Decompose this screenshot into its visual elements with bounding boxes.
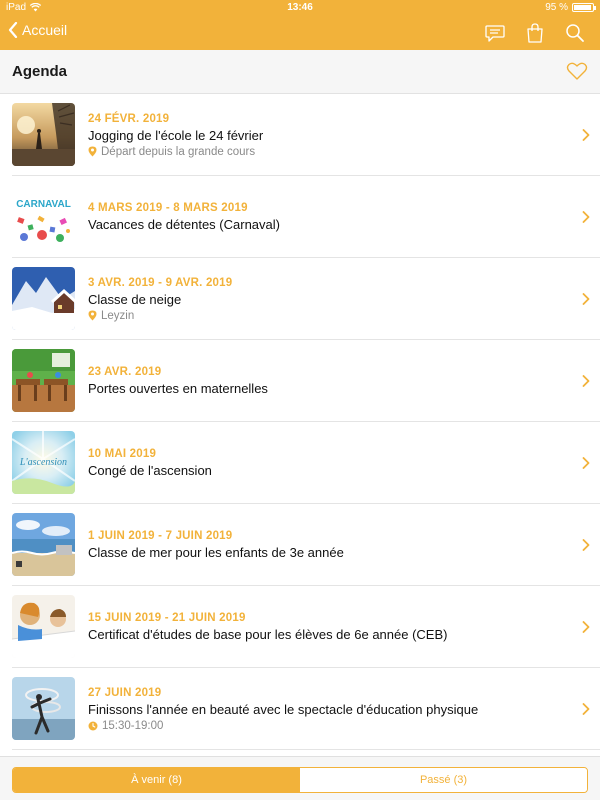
event-thumbnail-jogging <box>12 103 75 166</box>
event-title: Certificat d'études de base pour les élè… <box>88 627 448 642</box>
event-row-neige[interactable]: 3 AVR. 2019 - 9 AVR. 2019 Classe de neig… <box>12 258 600 340</box>
nav-bar: Accueil <box>0 16 600 50</box>
event-row-ceb[interactable]: 15 JUIN 2019 - 21 JUIN 2019 Certificat d… <box>12 586 600 668</box>
event-title: Vacances de détentes (Carnaval) <box>88 217 280 232</box>
event-title: Congé de l'ascension <box>88 463 212 478</box>
event-text: 10 MAI 2019 Congé de l'ascension <box>88 422 570 504</box>
event-location-label: Départ depuis la grande cours <box>101 145 256 158</box>
location-pin-icon <box>88 146 97 157</box>
chevron-right-icon <box>582 621 590 633</box>
segmented-control: À venir (8) Passé (3) <box>12 767 588 793</box>
event-date: 27 JUIN 2019 <box>88 686 162 699</box>
bottom-bar: À venir (8) Passé (3) <box>0 756 600 800</box>
event-date: 3 AVR. 2019 - 9 AVR. 2019 <box>88 276 233 289</box>
heart-icon[interactable] <box>566 61 588 81</box>
chevron-right-icon <box>582 129 590 141</box>
event-title: Classe de neige <box>88 291 182 307</box>
event-text: 27 JUIN 2019 Finissons l'année en beauté… <box>88 668 570 750</box>
event-title: Portes ouvertes en maternelles <box>88 381 268 396</box>
status-bar: iPad 13:46 95 % <box>0 0 600 16</box>
segment-upcoming[interactable]: À venir (8) <box>13 768 300 792</box>
event-date: 23 AVR. 2019 <box>88 366 162 378</box>
search-icon[interactable] <box>564 22 586 44</box>
event-time: 15:30-19:00 <box>88 720 570 732</box>
event-row-carnaval[interactable]: CARNAVAL 4 MARS 2019 - 8 MARS 2019 Vacan… <box>12 176 600 258</box>
chevron-right-icon <box>582 457 590 469</box>
event-row-jogging[interactable]: 24 FÉVR. 2019 Jogging de l'école le 24 f… <box>12 94 600 176</box>
event-thumbnail-carnaval: CARNAVAL <box>12 185 75 248</box>
chat-icon[interactable] <box>484 22 506 44</box>
event-text: 23 AVR. 2019 Portes ouvertes en maternel… <box>88 340 570 422</box>
clock-icon <box>88 721 98 730</box>
event-title: Jogging de l'école le 24 février <box>88 127 264 143</box>
back-label: Accueil <box>22 22 68 38</box>
event-row-spectacle[interactable]: 27 JUIN 2019 Finissons l'année en beauté… <box>12 668 600 750</box>
event-time-label: 15:30-19:00 <box>102 719 164 732</box>
bag-icon[interactable] <box>524 22 546 44</box>
event-title: Classe de mer pour les enfants de 3e ann… <box>88 545 344 560</box>
event-date: 4 MARS 2019 - 8 MARS 2019 <box>88 202 248 214</box>
battery-fill <box>574 5 591 10</box>
event-row-ascension[interactable]: L'ascension 10 MAI 2019 Congé de l'ascen… <box>12 422 600 504</box>
event-text: 1 JUIN 2019 - 7 JUIN 2019 Classe de mer … <box>88 504 570 586</box>
chevron-right-icon <box>582 293 590 305</box>
event-thumbnail-students <box>12 595 75 658</box>
battery-percent: 95 % <box>545 2 568 13</box>
status-time: 13:46 <box>287 2 313 13</box>
event-location: Leyzin <box>88 310 570 322</box>
event-thumbnail-classroom <box>12 349 75 412</box>
event-thumbnail-neige <box>12 267 75 330</box>
event-text: 24 FÉVR. 2019 Jogging de l'école le 24 f… <box>88 94 570 176</box>
status-right: 95 % <box>545 2 596 13</box>
segment-past[interactable]: Passé (3) <box>300 768 587 792</box>
event-list: 24 FÉVR. 2019 Jogging de l'école le 24 f… <box>0 94 600 750</box>
event-title: Finissons l'année en beauté avec le spec… <box>88 701 479 717</box>
chevron-right-icon <box>582 375 590 387</box>
event-location: Départ depuis la grande cours <box>88 146 570 158</box>
event-thumbnail-hoop <box>12 677 75 740</box>
battery-icon <box>572 3 596 12</box>
event-date: 10 MAI 2019 <box>88 448 157 460</box>
chevron-right-icon <box>582 539 590 551</box>
chevron-right-icon <box>582 211 590 223</box>
chevron-right-icon <box>582 703 590 715</box>
chevron-left-icon <box>8 22 18 38</box>
event-date: 1 JUIN 2019 - 7 JUIN 2019 <box>88 530 233 542</box>
nav-actions <box>484 22 586 44</box>
title-bar: Agenda <box>0 50 600 94</box>
event-text: 15 JUIN 2019 - 21 JUIN 2019 Certificat d… <box>88 586 570 668</box>
event-text: 3 AVR. 2019 - 9 AVR. 2019 Classe de neig… <box>88 258 570 340</box>
event-location-label: Leyzin <box>101 309 135 322</box>
location-pin-icon <box>88 310 97 321</box>
event-date: 15 JUIN 2019 - 21 JUIN 2019 <box>88 612 246 624</box>
event-thumbnail-sea <box>12 513 75 576</box>
event-text: 4 MARS 2019 - 8 MARS 2019 Vacances de dé… <box>88 176 570 258</box>
page-title: Agenda <box>12 63 68 80</box>
event-thumbnail-ascension: L'ascension <box>12 431 75 494</box>
event-date: 24 FÉVR. 2019 <box>88 112 170 125</box>
event-row-portes-ouvertes[interactable]: 23 AVR. 2019 Portes ouvertes en maternel… <box>12 340 600 422</box>
ascension-thumbnail-text: L'ascension <box>19 457 67 468</box>
carnaval-thumbnail-text: CARNAVAL <box>16 199 71 210</box>
event-row-classe-de-mer[interactable]: 1 JUIN 2019 - 7 JUIN 2019 Classe de mer … <box>12 504 600 586</box>
back-button[interactable]: Accueil <box>8 22 67 38</box>
